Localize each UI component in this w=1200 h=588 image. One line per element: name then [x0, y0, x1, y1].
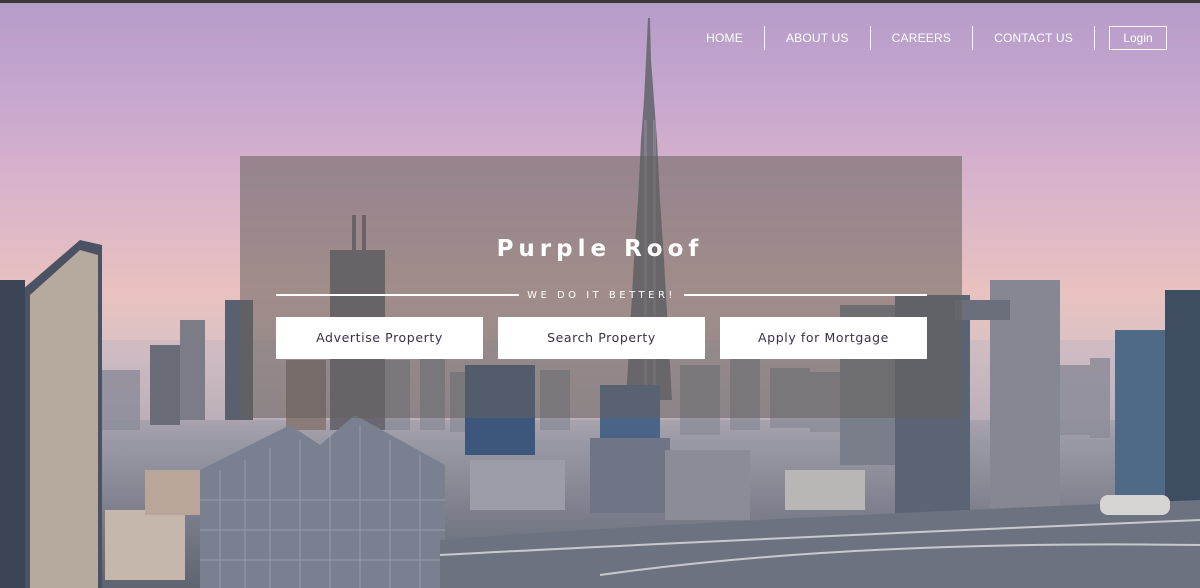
hero-overlay-panel — [240, 156, 962, 418]
nav-careers-link[interactable]: CAREERS — [871, 26, 974, 50]
brand-title: Purple Roof — [496, 236, 704, 262]
main-navigation: HOME ABOUT US CAREERS CONTACT US Login — [685, 26, 1167, 50]
nav-home-link[interactable]: HOME — [685, 26, 765, 50]
tagline: WE DO IT BETTER! — [527, 289, 676, 301]
tagline-row: WE DO IT BETTER! — [276, 288, 927, 302]
tagline-divider-left — [276, 294, 520, 296]
hero-actions: Advertise Property Search Property Apply… — [276, 317, 927, 359]
tagline-divider-right — [683, 294, 927, 296]
apply-for-mortgage-button[interactable]: Apply for Mortgage — [720, 317, 927, 359]
hero-section: HOME ABOUT US CAREERS CONTACT US Login P… — [0, 0, 1200, 588]
nav-contact-us-link[interactable]: CONTACT US — [973, 26, 1095, 50]
search-property-button[interactable]: Search Property — [498, 317, 705, 359]
advertise-property-button[interactable]: Advertise Property — [276, 317, 483, 359]
login-button[interactable]: Login — [1109, 26, 1167, 50]
nav-about-us-link[interactable]: ABOUT US — [765, 26, 871, 50]
